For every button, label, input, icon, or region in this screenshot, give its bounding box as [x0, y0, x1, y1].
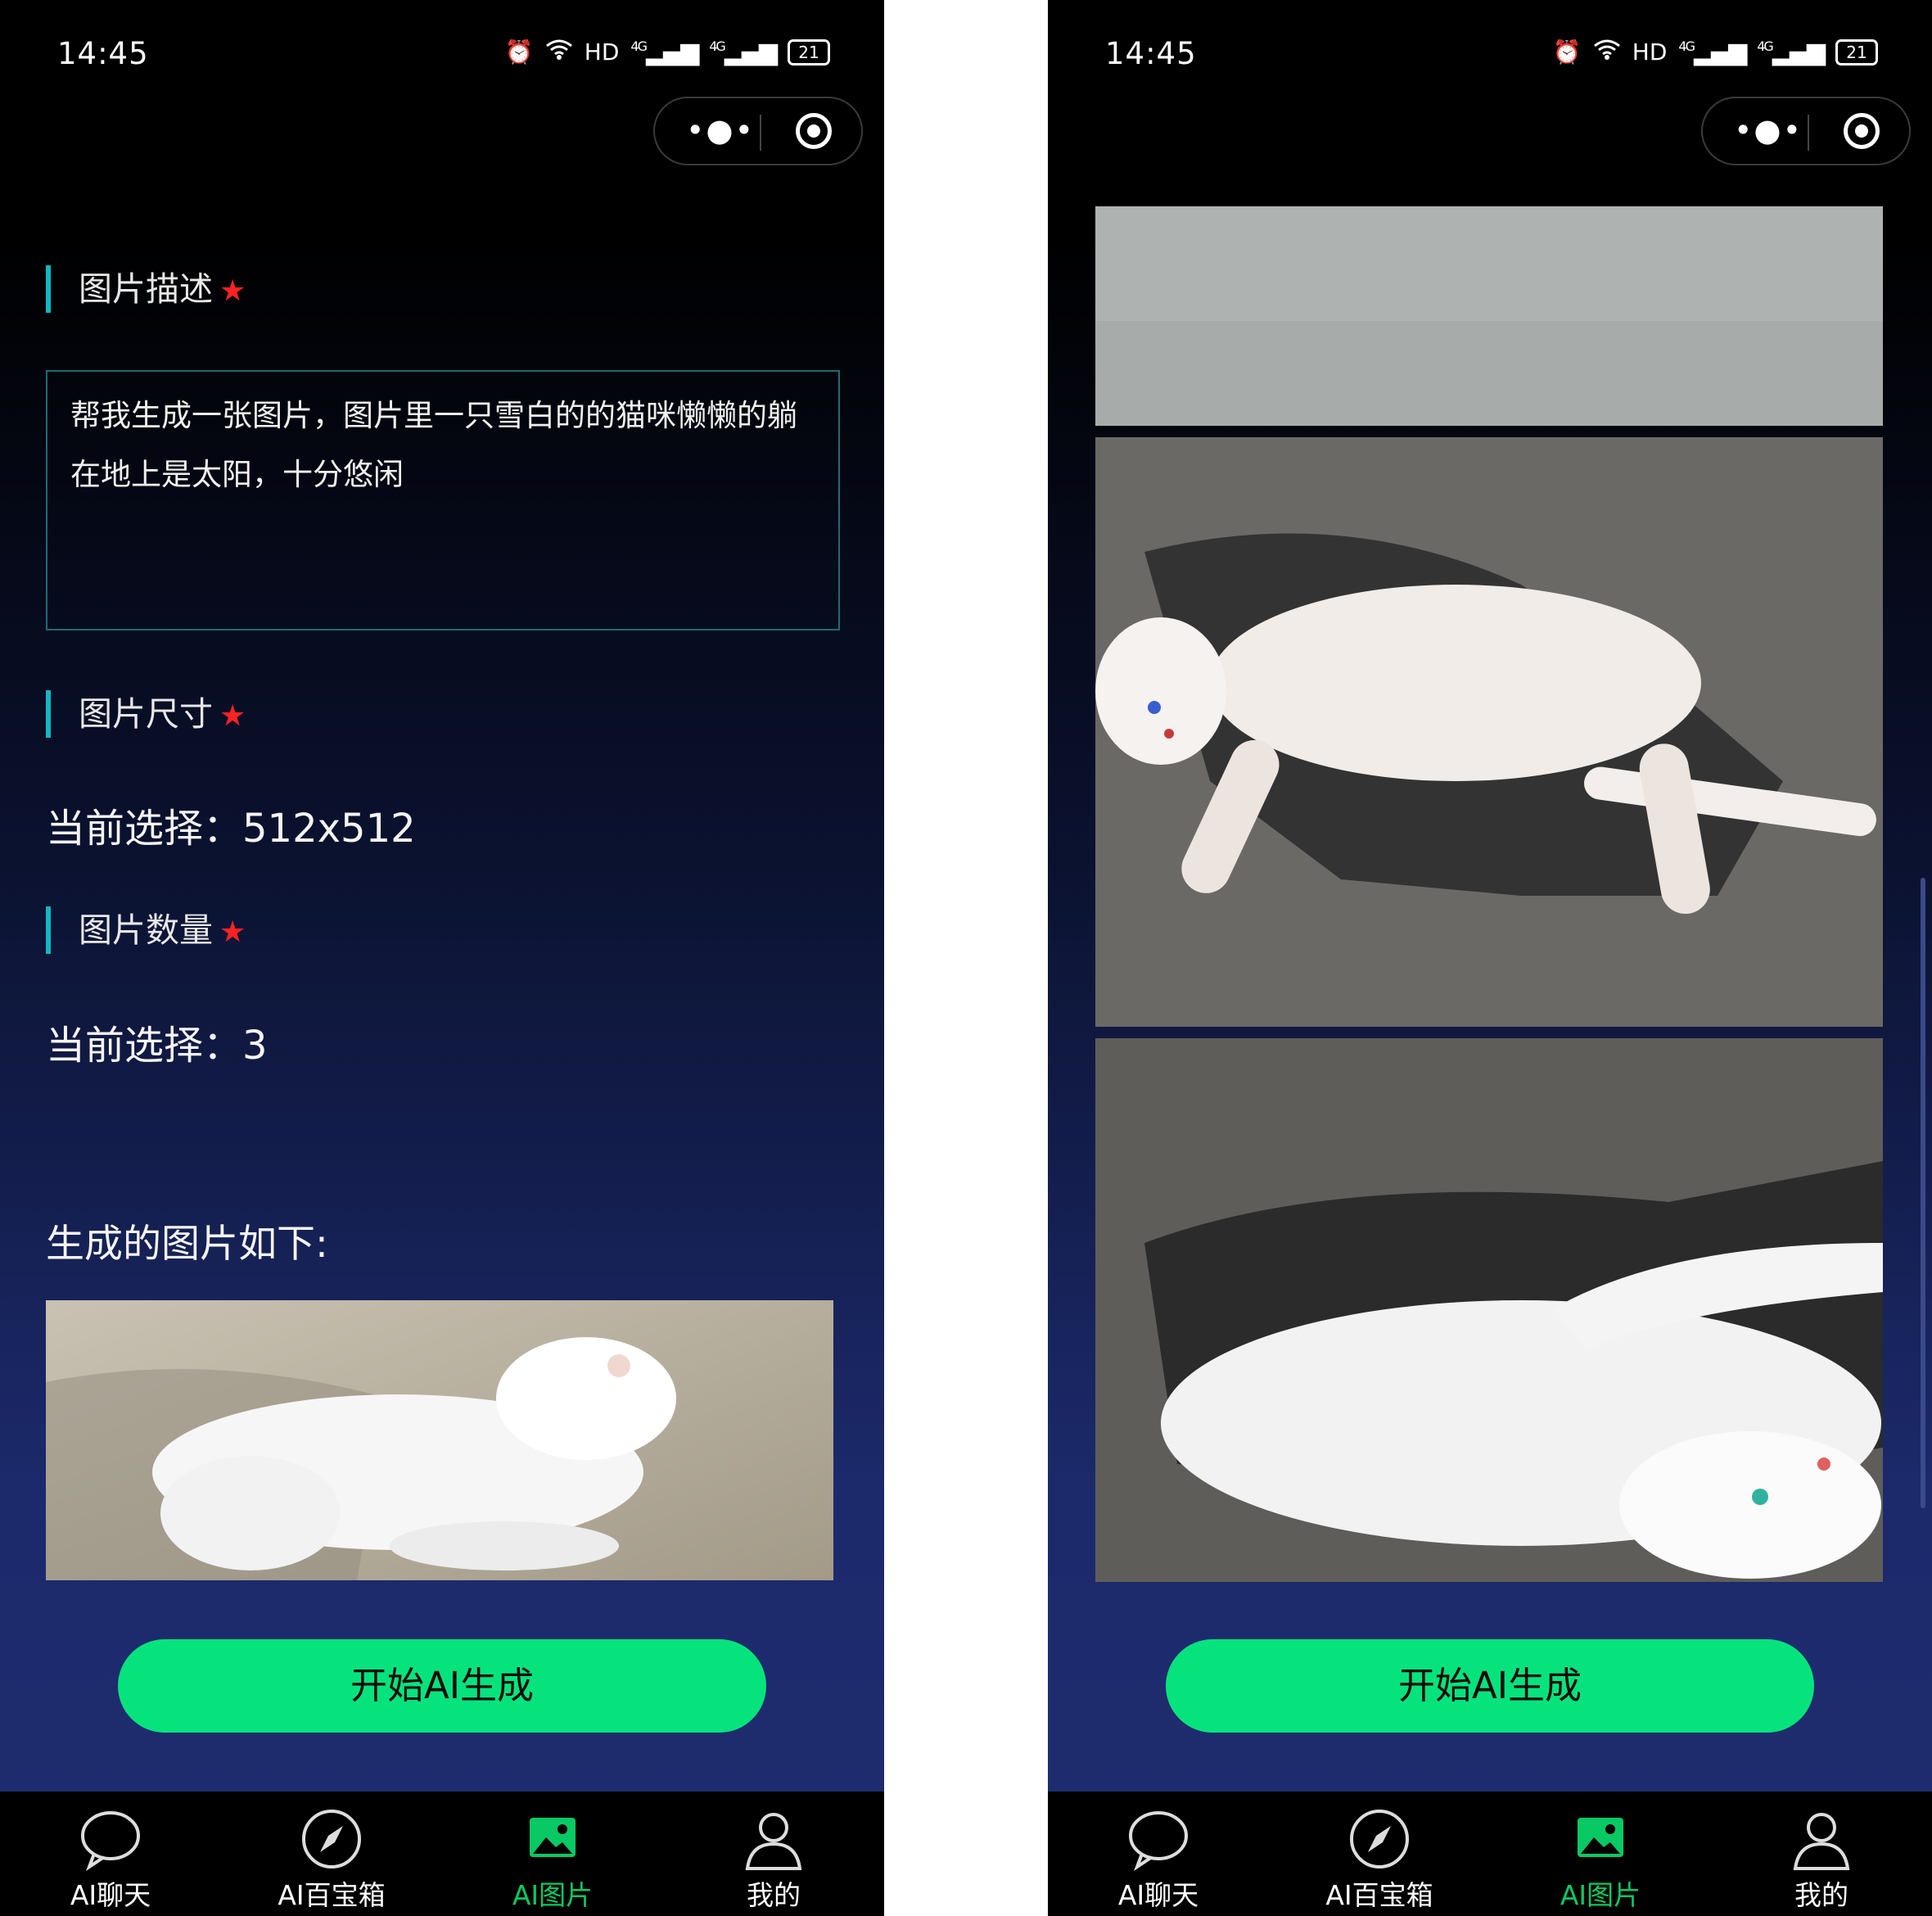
scrollbar[interactable] [1921, 878, 1925, 1508]
signal-icon-2: 4G▂▄▆ [709, 38, 778, 66]
user-icon [745, 1813, 802, 1870]
tab-ai-toolbox[interactable]: AI百宝箱 [1269, 1792, 1490, 1916]
tab-mine[interactable]: 我的 [1711, 1792, 1932, 1916]
close-target-icon[interactable] [1844, 113, 1880, 149]
phone-screen-right: 14:45 ⏰ HD 4G▂▄▆ 4G▂▄▆ 21 •●• 开始AI生成 AI聊… [1048, 0, 1932, 1916]
size-picker[interactable]: 当前选择：512x512 [46, 796, 416, 853]
required-star-icon: ★ [219, 699, 246, 733]
hd-label: HD [1632, 38, 1668, 66]
generate-button[interactable]: 开始AI生成 [118, 1639, 766, 1733]
alarm-icon: ⏰ [1552, 38, 1582, 66]
battery-icon: 21 [788, 38, 830, 66]
count-picker[interactable]: 当前选择：3 [46, 1013, 268, 1070]
required-star-icon: ★ [219, 274, 246, 308]
tab-bar: AI聊天 AI百宝箱 AI图片 我的 [1048, 1792, 1932, 1916]
status-icons: ⏰ HD 4G▂▄▆ 4G▂▄▆ 21 [1553, 38, 1878, 66]
status-time: 14:45 [57, 36, 149, 71]
battery-icon: 21 [1835, 38, 1878, 66]
signal-icon: 4G▂▄▆ [630, 38, 699, 66]
mini-program-capsule: •●• [653, 97, 863, 165]
tab-mine[interactable]: 我的 [663, 1792, 884, 1916]
close-target-icon[interactable] [796, 113, 832, 149]
tab-ai-chat[interactable]: AI聊天 [0, 1792, 221, 1916]
chat-bubble-icon [81, 1811, 140, 1872]
signal-icon: 4G▂▄▆ [1678, 38, 1747, 66]
generated-image-1[interactable] [46, 1300, 833, 1580]
wifi-icon [1593, 38, 1621, 66]
count-section-title: 图片数量 ★ [46, 906, 246, 954]
tab-bar: AI聊天 AI百宝箱 AI图片 我的 [0, 1792, 884, 1916]
generated-image-2[interactable] [1095, 437, 1883, 1027]
compass-icon [302, 1810, 361, 1869]
more-icon[interactable]: •●• [1734, 115, 1803, 146]
user-icon [1793, 1813, 1850, 1870]
status-icons: ⏰ HD 4G▂▄▆ 4G▂▄▆ 21 [505, 38, 830, 66]
size-section-title: 图片尺寸 ★ [46, 690, 246, 738]
more-icon[interactable]: •●• [686, 115, 755, 146]
image-icon [1578, 1818, 1623, 1857]
tab-ai-toolbox[interactable]: AI百宝箱 [221, 1792, 442, 1916]
hd-label: HD [584, 38, 620, 66]
phone-screen-left: 14:45 ⏰ HD 4G▂▄▆ 4G▂▄▆ 21 •●• 图片描述 ★ 帮我生成… [0, 0, 884, 1916]
tab-ai-image[interactable]: AI图片 [1490, 1792, 1711, 1916]
chat-bubble-icon [1129, 1811, 1188, 1872]
capsule-divider [1808, 115, 1809, 151]
image-icon [530, 1818, 576, 1857]
compass-icon [1350, 1810, 1409, 1869]
generated-image-3[interactable] [1095, 1038, 1883, 1582]
tab-ai-image[interactable]: AI图片 [442, 1792, 663, 1916]
result-title: 生成的图片如下: [46, 1222, 328, 1267]
capsule-divider [760, 115, 761, 151]
status-time: 14:45 [1105, 36, 1197, 71]
signal-icon-2: 4G▂▄▆ [1757, 38, 1826, 66]
generate-button[interactable]: 开始AI生成 [1166, 1639, 1814, 1733]
description-textarea[interactable]: 帮我生成一张图片，图片里一只雪白的的猫咪懒懒的躺在地上是太阳，十分悠闲 [46, 370, 840, 630]
tab-ai-chat[interactable]: AI聊天 [1048, 1792, 1269, 1916]
desc-section-title: 图片描述 ★ [46, 265, 246, 313]
required-star-icon: ★ [219, 915, 246, 949]
generated-image-1[interactable] [1095, 206, 1883, 426]
alarm-icon: ⏰ [504, 38, 534, 66]
wifi-icon [545, 38, 573, 66]
mini-program-capsule: •●• [1701, 97, 1911, 165]
